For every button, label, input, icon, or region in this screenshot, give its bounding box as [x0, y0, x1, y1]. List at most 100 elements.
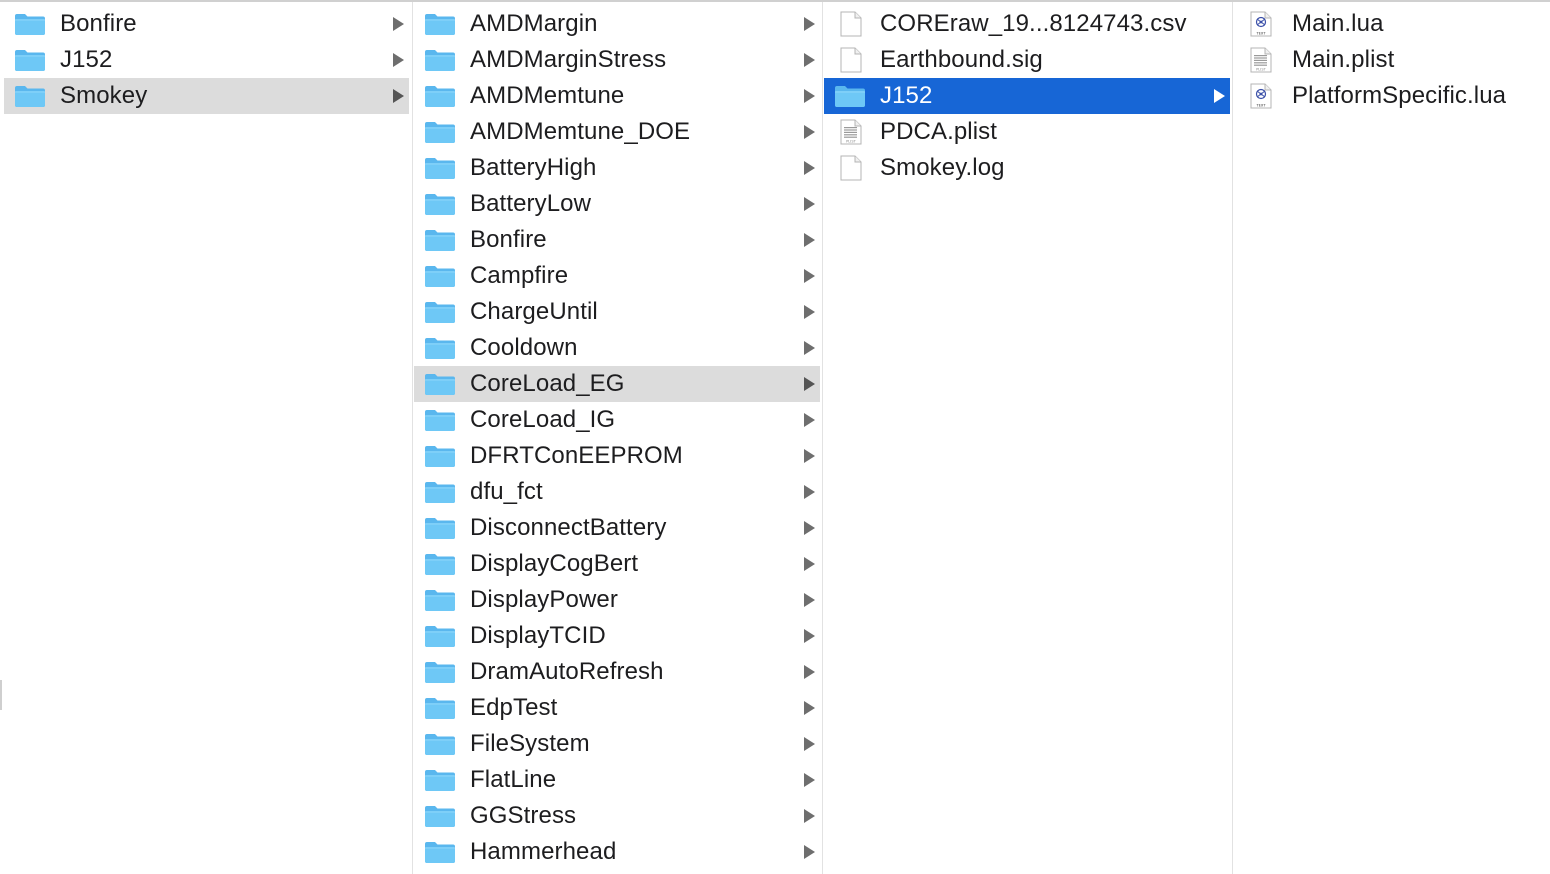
item-label: GGStress — [470, 802, 577, 829]
file-row-coreraw-19-8124743-csv[interactable]: COREraw_19...8124743.csv — [824, 6, 1230, 42]
folder-icon — [14, 47, 46, 73]
item-label: dfu_fct — [470, 478, 543, 505]
folder-row-ggstress[interactable]: GGStress — [414, 798, 820, 834]
folder-icon — [424, 407, 456, 433]
svg-text:PLIST: PLIST — [846, 140, 857, 144]
folder-row-dfu-fct[interactable]: dfu_fct — [414, 474, 820, 510]
folder-row-j152[interactable]: J152 — [4, 42, 409, 78]
disclosure-arrow-icon — [804, 593, 815, 607]
item-label: AMDMarginStress — [470, 46, 667, 73]
disclosure-arrow-icon — [804, 629, 815, 643]
column-browser: Bonfire J152 Smokey AMDMargin AMDMarginStre… — [0, 2, 1550, 874]
folder-icon — [14, 83, 46, 109]
folder-icon — [424, 551, 456, 577]
disclosure-arrow-icon — [804, 449, 815, 463]
disclosure-arrow-icon — [393, 53, 404, 67]
folder-row-flatline[interactable]: FlatLine — [414, 762, 820, 798]
item-label: CoreLoad_IG — [470, 406, 616, 433]
column-1[interactable]: Bonfire J152 Smokey — [0, 2, 413, 874]
folder-icon — [14, 11, 46, 37]
item-label: PDCA.plist — [880, 118, 998, 145]
column-4-list: TEXT Main.lua PLIST Main.plist TEXT PlatformS… — [1233, 2, 1550, 114]
folder-row-batterylow[interactable]: BatteryLow — [414, 186, 820, 222]
folder-row-chargeuntil[interactable]: ChargeUntil — [414, 294, 820, 330]
folder-row-edptest[interactable]: EdpTest — [414, 690, 820, 726]
item-label: Smokey.log — [880, 154, 1005, 181]
folder-icon — [424, 623, 456, 649]
item-label: Cooldown — [470, 334, 578, 361]
folder-icon — [424, 47, 456, 73]
item-label: FlatLine — [470, 766, 557, 793]
item-label: BatteryHigh — [470, 154, 597, 181]
column-3[interactable]: COREraw_19...8124743.csv Earthbound.sig J1… — [823, 2, 1233, 874]
item-label: AMDMemtune_DOE — [470, 118, 691, 145]
item-label: BatteryLow — [470, 190, 592, 217]
item-label: EdpTest — [470, 694, 558, 721]
document-icon — [834, 11, 866, 37]
folder-icon — [424, 191, 456, 217]
folder-row-bonfire[interactable]: Bonfire — [414, 222, 820, 258]
file-row-main-lua[interactable]: TEXT Main.lua — [1234, 6, 1548, 42]
disclosure-arrow-icon — [804, 269, 815, 283]
folder-row-campfire[interactable]: Campfire — [414, 258, 820, 294]
folder-row-displaycogbert[interactable]: DisplayCogBert — [414, 546, 820, 582]
folder-row-batteryhigh[interactable]: BatteryHigh — [414, 150, 820, 186]
plist-document-icon: PLIST — [834, 119, 866, 145]
folder-row-coreload-ig[interactable]: CoreLoad_IG — [414, 402, 820, 438]
folder-row-coreload-eg[interactable]: CoreLoad_EG — [414, 366, 820, 402]
item-label: J152 — [880, 82, 933, 109]
column-2[interactable]: AMDMargin AMDMarginStress AMDMemtune AMDMem… — [413, 2, 823, 874]
item-label: Main.plist — [1292, 46, 1395, 73]
folder-row-dramautorefresh[interactable]: DramAutoRefresh — [414, 654, 820, 690]
disclosure-arrow-icon — [393, 89, 404, 103]
folder-row-amdmemtune-doe[interactable]: AMDMemtune_DOE — [414, 114, 820, 150]
svg-text:TEXT: TEXT — [1255, 104, 1266, 108]
folder-icon — [424, 299, 456, 325]
folder-row-filesystem[interactable]: FileSystem — [414, 726, 820, 762]
disclosure-arrow-icon — [804, 89, 815, 103]
item-label: CoreLoad_EG — [470, 370, 625, 397]
folder-icon — [424, 227, 456, 253]
folder-icon — [424, 479, 456, 505]
disclosure-arrow-icon — [804, 521, 815, 535]
folder-row-displaytcid[interactable]: DisplayTCID — [414, 618, 820, 654]
column-4[interactable]: TEXT Main.lua PLIST Main.plist TEXT PlatformS… — [1233, 2, 1550, 874]
folder-row-cooldown[interactable]: Cooldown — [414, 330, 820, 366]
disclosure-arrow-icon — [804, 305, 815, 319]
folder-row-amdmarginstress[interactable]: AMDMarginStress — [414, 42, 820, 78]
folder-icon — [424, 839, 456, 865]
folder-row-hammerhead[interactable]: Hammerhead — [414, 834, 820, 870]
folder-icon — [424, 803, 456, 829]
file-row-platformspecific-lua[interactable]: TEXT PlatformSpecific.lua — [1234, 78, 1548, 114]
disclosure-arrow-icon — [804, 701, 815, 715]
file-row-earthbound-sig[interactable]: Earthbound.sig — [824, 42, 1230, 78]
item-label: DisconnectBattery — [470, 514, 667, 541]
folder-row-amdmemtune[interactable]: AMDMemtune — [414, 78, 820, 114]
item-label: FileSystem — [470, 730, 590, 757]
disclosure-arrow-icon — [804, 485, 815, 499]
folder-row-dfrtconeeprom[interactable]: DFRTConEEPROM — [414, 438, 820, 474]
folder-row-disconnectbattery[interactable]: DisconnectBattery — [414, 510, 820, 546]
folder-icon — [424, 83, 456, 109]
file-row-main-plist[interactable]: PLIST Main.plist — [1234, 42, 1548, 78]
folder-icon — [424, 731, 456, 757]
folder-row-displaypower[interactable]: DisplayPower — [414, 582, 820, 618]
folder-row-amdmargin[interactable]: AMDMargin — [414, 6, 820, 42]
disclosure-arrow-icon — [804, 413, 815, 427]
item-label: Smokey — [60, 82, 148, 109]
item-label: AMDMargin — [470, 10, 598, 37]
folder-row-smokey[interactable]: Smokey — [4, 78, 409, 114]
file-row-pdca-plist[interactable]: PLIST PDCA.plist — [824, 114, 1230, 150]
column-1-list: Bonfire J152 Smokey — [0, 2, 412, 114]
item-label: DisplayTCID — [470, 622, 606, 649]
folder-icon — [424, 11, 456, 37]
folder-row-bonfire[interactable]: Bonfire — [4, 6, 409, 42]
disclosure-arrow-icon — [804, 341, 815, 355]
column-2-list: AMDMargin AMDMarginStress AMDMemtune AMDMem… — [413, 2, 822, 870]
item-label: Campfire — [470, 262, 569, 289]
disclosure-arrow-icon — [804, 125, 815, 139]
item-label: DramAutoRefresh — [470, 658, 664, 685]
file-row-smokey-log[interactable]: Smokey.log — [824, 150, 1230, 186]
folder-icon — [424, 371, 456, 397]
folder-row-j152[interactable]: J152 — [824, 78, 1230, 114]
